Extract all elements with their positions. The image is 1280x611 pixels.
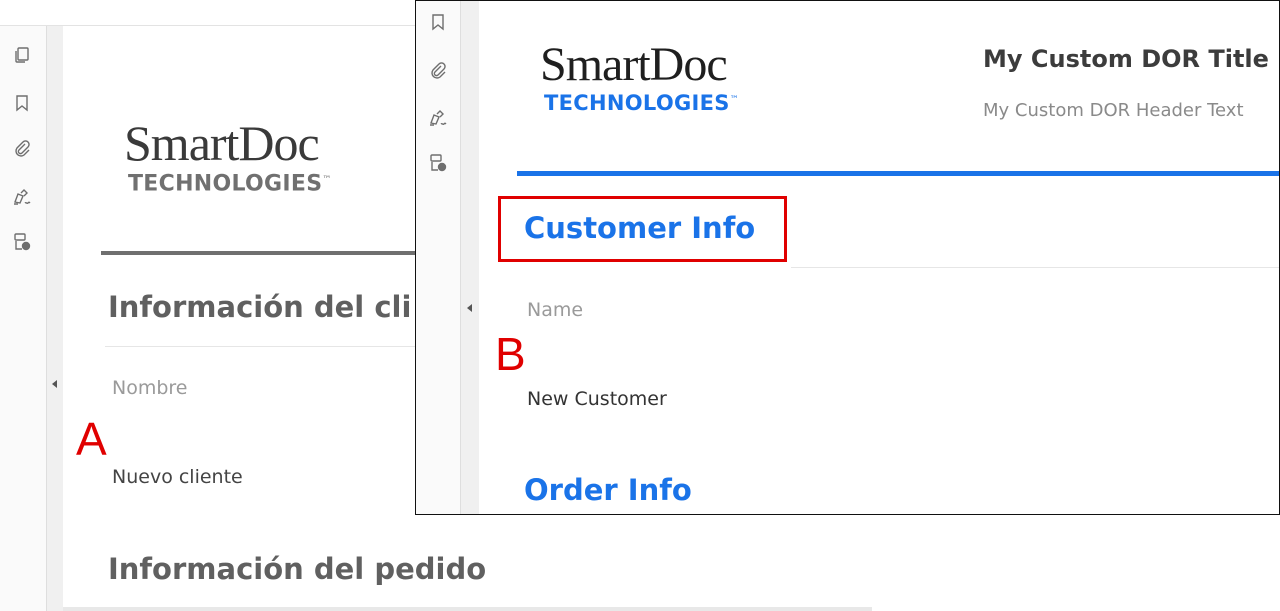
logo-b: SmartDoc TECHNOLOGIES™ [540,41,739,115]
logo-name: SmartDoc [540,38,728,91]
logo-subtitle: TECHNOLOGIES™ [128,171,332,197]
collapse-gutter-b [461,1,479,514]
attachment-icon[interactable] [429,61,447,79]
attachment-icon[interactable] [13,139,31,157]
document-viewer-b: SmartDoc TECHNOLOGIES™ My Custom DOR Tit… [415,0,1280,515]
signature-icon[interactable] [428,109,448,127]
collapse-arrow-icon[interactable] [52,380,57,388]
section-divider [791,267,1279,268]
section-customer-info: Información del cli [108,290,412,324]
side-toolbar-a [0,26,47,611]
section-customer-info: Customer Info [524,211,756,245]
bottom-edge [63,607,872,611]
marker-label: A [76,413,107,465]
signature-icon[interactable] [12,188,32,206]
collapse-arrow-icon[interactable] [467,304,472,312]
name-label: Name [527,299,584,321]
section-order-info: Información del pedido [108,552,487,586]
collapse-gutter-a [47,26,63,611]
bookmark-icon[interactable] [430,13,446,31]
side-toolbar-b [416,1,461,514]
section-divider [105,346,425,347]
bookmark-icon[interactable] [14,94,30,112]
marker-label: B [495,328,526,380]
header-rule [517,171,1279,176]
name-label: Nombre [112,377,188,399]
header-text: My Custom DOR Header Text [983,100,1244,121]
logo-name: SmartDoc [124,115,320,171]
logo-subtitle: TECHNOLOGIES™ [544,91,740,115]
pages-icon[interactable] [13,46,31,64]
document-lock-icon[interactable] [428,153,448,173]
header-rule [101,251,421,255]
logo-a: SmartDoc TECHNOLOGIES™ [124,118,332,196]
name-value: New Customer [527,388,667,410]
section-order-info: Order Info [524,473,692,507]
document-lock-icon[interactable] [12,232,32,252]
page-title: My Custom DOR Title [983,45,1269,73]
name-value: Nuevo cliente [112,466,243,488]
